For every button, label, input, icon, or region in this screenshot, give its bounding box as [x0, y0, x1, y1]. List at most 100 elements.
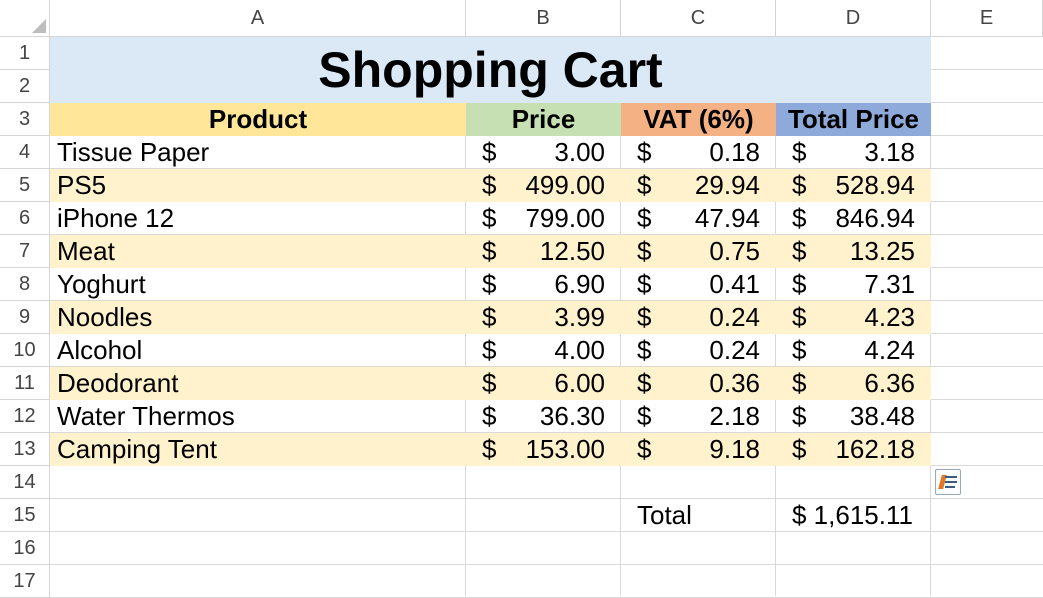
vat-value[interactable]: 0.24 [661, 334, 760, 367]
vat-currency-symbol[interactable]: $ [637, 169, 651, 202]
column-header-b[interactable]: B [466, 0, 621, 37]
row-header-2[interactable]: 2 [0, 70, 50, 103]
total-currency-symbol[interactable]: $ [792, 136, 806, 169]
vat-currency-symbol[interactable]: $ [637, 367, 651, 400]
total-value[interactable]: 7.31 [816, 268, 915, 301]
total-currency-symbol[interactable]: $ [792, 367, 806, 400]
price-value[interactable]: 4.00 [506, 334, 605, 367]
column-header-e[interactable]: E [931, 0, 1043, 37]
vat-value[interactable]: 0.41 [661, 268, 760, 301]
vat-currency-symbol[interactable]: $ [637, 202, 651, 235]
total-label[interactable]: Total [637, 499, 692, 532]
vat-currency-symbol[interactable]: $ [637, 400, 651, 433]
product-name[interactable]: Water Thermos [50, 400, 466, 433]
column-header-d[interactable]: D [776, 0, 931, 37]
product-name[interactable]: iPhone 12 [50, 202, 466, 235]
row-header-6[interactable]: 6 [0, 202, 50, 235]
vat-currency-symbol[interactable]: $ [637, 268, 651, 301]
price-currency-symbol[interactable]: $ [482, 235, 496, 268]
total-value[interactable]: 846.94 [816, 202, 915, 235]
total-currency-symbol[interactable]: $ [792, 433, 806, 466]
row-header-7[interactable]: 7 [0, 235, 50, 268]
total-currency-symbol[interactable]: $ [792, 268, 806, 301]
spreadsheet-grid[interactable]: ABCDE 1 2 3 4 5 6 7 8 9 10 11 12 13 14 15 16 17 Shopping… [0, 0, 1043, 598]
vat-value[interactable]: 9.18 [661, 433, 760, 466]
vat-value[interactable]: 2.18 [661, 400, 760, 433]
vat-value[interactable]: 47.94 [661, 202, 760, 235]
total-value[interactable]: 13.25 [816, 235, 915, 268]
total-currency-symbol[interactable]: $ [792, 301, 806, 334]
row-header-14[interactable]: 14 [0, 466, 50, 499]
product-name[interactable]: Tissue Paper [50, 136, 466, 169]
product-name[interactable]: Deodorant [50, 367, 466, 400]
price-currency-symbol[interactable]: $ [482, 202, 496, 235]
header-total-price[interactable]: Total Price [776, 103, 931, 136]
vat-currency-symbol[interactable]: $ [637, 301, 651, 334]
price-value[interactable]: 12.50 [506, 235, 605, 268]
row-header-11[interactable]: 11 [0, 367, 50, 400]
product-name[interactable]: Noodles [50, 301, 466, 334]
vat-value[interactable]: 0.18 [661, 136, 760, 169]
price-value[interactable]: 499.00 [506, 169, 605, 202]
product-name[interactable]: Camping Tent [50, 433, 466, 466]
vat-value[interactable]: 0.75 [661, 235, 760, 268]
vat-currency-symbol[interactable]: $ [637, 235, 651, 268]
total-value[interactable]: 528.94 [816, 169, 915, 202]
price-value[interactable]: 3.99 [506, 301, 605, 334]
price-currency-symbol[interactable]: $ [482, 367, 496, 400]
price-value[interactable]: 6.90 [506, 268, 605, 301]
price-currency-symbol[interactable]: $ [482, 136, 496, 169]
total-value[interactable]: 4.24 [816, 334, 915, 367]
price-currency-symbol[interactable]: $ [482, 334, 496, 367]
price-value[interactable]: 799.00 [506, 202, 605, 235]
vat-currency-symbol[interactable]: $ [637, 433, 651, 466]
cart-title[interactable]: Shopping Cart [50, 37, 931, 103]
header-price[interactable]: Price [466, 103, 621, 136]
column-header-c[interactable]: C [621, 0, 776, 37]
total-currency-symbol[interactable]: $ [792, 202, 806, 235]
row-header-16[interactable]: 16 [0, 532, 50, 565]
vat-currency-symbol[interactable]: $ [637, 334, 651, 367]
row-header-1[interactable]: 1 [0, 37, 50, 70]
price-value[interactable]: 36.30 [506, 400, 605, 433]
row-header-9[interactable]: 9 [0, 301, 50, 334]
column-header-a[interactable]: A [50, 0, 466, 37]
total-value[interactable]: 162.18 [816, 433, 915, 466]
row-header-3[interactable]: 3 [0, 103, 50, 136]
row-header-17[interactable]: 17 [0, 565, 50, 598]
row-header-5[interactable]: 5 [0, 169, 50, 202]
row-header-13[interactable]: 13 [0, 433, 50, 466]
total-currency-symbol[interactable]: $ [792, 235, 806, 268]
vat-currency-symbol[interactable]: $ [637, 136, 651, 169]
price-value[interactable]: 153.00 [506, 433, 605, 466]
row-header-12[interactable]: 12 [0, 400, 50, 433]
header-vat[interactable]: VAT (6%) [621, 103, 776, 136]
select-all-corner[interactable] [0, 0, 50, 37]
grand-total-value[interactable]: $ 1,615.11 [792, 499, 913, 532]
product-name[interactable]: PS5 [50, 169, 466, 202]
price-currency-symbol[interactable]: $ [482, 169, 496, 202]
total-currency-symbol[interactable]: $ [792, 400, 806, 433]
price-value[interactable]: 3.00 [506, 136, 605, 169]
row-header-8[interactable]: 8 [0, 268, 50, 301]
product-name[interactable]: Alcohol [50, 334, 466, 367]
header-product[interactable]: Product [50, 103, 466, 136]
price-currency-symbol[interactable]: $ [482, 400, 496, 433]
price-currency-symbol[interactable]: $ [482, 301, 496, 334]
row-header-15[interactable]: 15 [0, 499, 50, 532]
product-name[interactable]: Meat [50, 235, 466, 268]
quick-analysis-icon[interactable] [935, 469, 961, 495]
row-header-10[interactable]: 10 [0, 334, 50, 367]
total-value[interactable]: 4.23 [816, 301, 915, 334]
vat-value[interactable]: 0.36 [661, 367, 760, 400]
price-currency-symbol[interactable]: $ [482, 433, 496, 466]
vat-value[interactable]: 0.24 [661, 301, 760, 334]
total-value[interactable]: 38.48 [816, 400, 915, 433]
vat-value[interactable]: 29.94 [661, 169, 760, 202]
price-value[interactable]: 6.00 [506, 367, 605, 400]
price-currency-symbol[interactable]: $ [482, 268, 496, 301]
total-value[interactable]: 6.36 [816, 367, 915, 400]
total-currency-symbol[interactable]: $ [792, 169, 806, 202]
total-currency-symbol[interactable]: $ [792, 334, 806, 367]
product-name[interactable]: Yoghurt [50, 268, 466, 301]
